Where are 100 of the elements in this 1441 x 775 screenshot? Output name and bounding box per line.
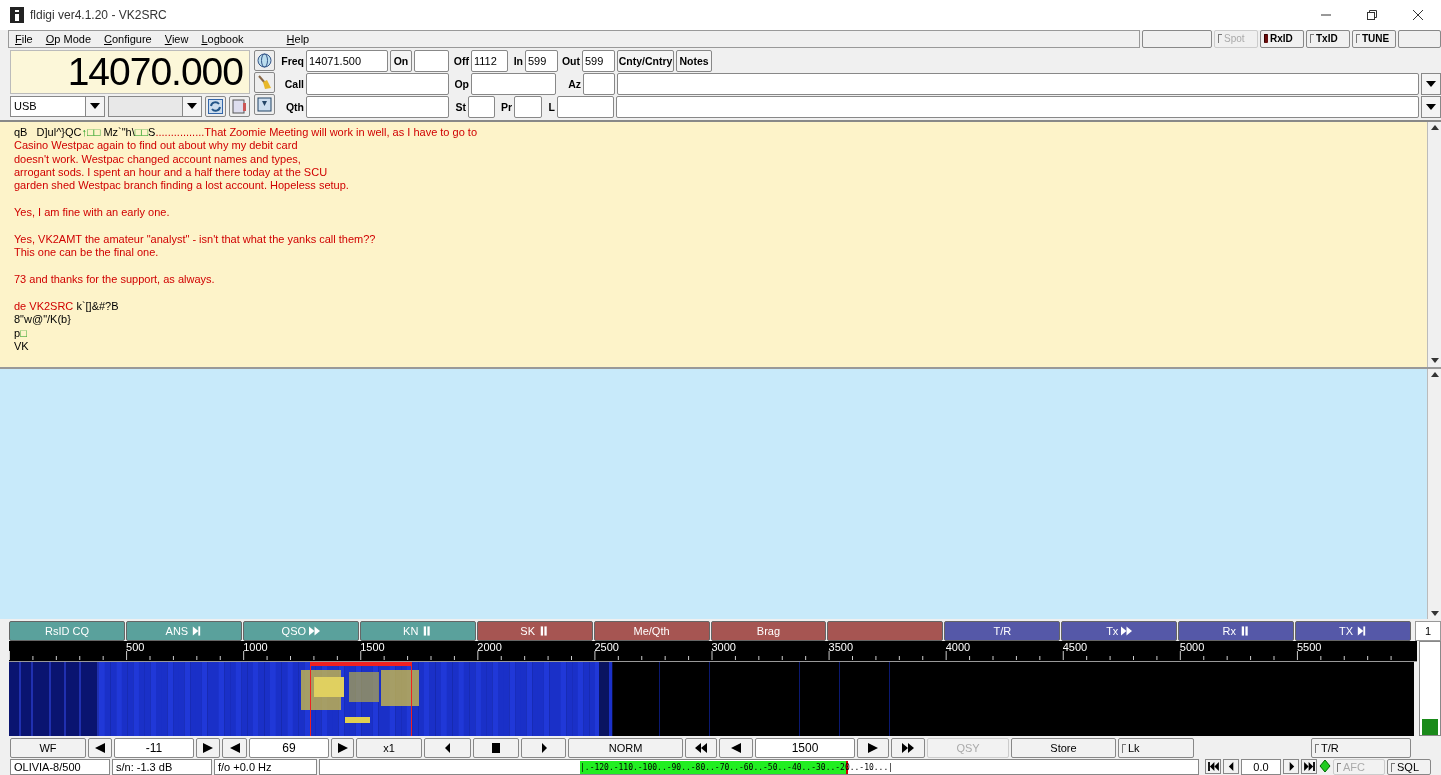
save-button[interactable] <box>254 93 275 115</box>
level-slider[interactable] <box>1419 641 1441 737</box>
scrollbar[interactable] <box>1427 368 1441 620</box>
menu-item[interactable]: File <box>15 32 33 45</box>
refresh-button[interactable] <box>205 95 227 117</box>
scale-label: 2500 <box>594 641 619 654</box>
text-line: de VK2SRC k`[]&#?B <box>14 300 120 314</box>
nav-button[interactable] <box>1301 759 1317 775</box>
input-field[interactable]: 599 <box>525 49 558 72</box>
caret-icon <box>187 103 198 110</box>
input-field[interactable] <box>557 95 614 118</box>
arrow-button[interactable] <box>891 738 925 759</box>
arrow-button[interactable] <box>222 738 247 759</box>
check-button[interactable]: T/R <box>1311 738 1411 759</box>
scale-label: 3500 <box>828 641 854 654</box>
menu-item[interactable]: Help <box>286 32 310 45</box>
control-button[interactable]: Store <box>1011 738 1116 759</box>
arrow-button[interactable] <box>685 738 717 759</box>
input-field[interactable] <box>583 72 615 95</box>
arrow-button[interactable] <box>719 738 753 759</box>
control-button[interactable]: x1 <box>356 738 422 759</box>
check-button[interactable]: SQL <box>1387 759 1431 775</box>
scroll-up-icon[interactable] <box>1430 372 1439 378</box>
input-field[interactable] <box>468 95 495 118</box>
country-button[interactable]: Cnty/Cntry <box>617 49 674 72</box>
left-icon <box>228 743 241 754</box>
scale-label: 4500 <box>1062 641 1088 654</box>
mode-dropdown[interactable]: USB <box>10 95 105 117</box>
menu-item[interactable]: Configure <box>104 32 152 45</box>
control-button[interactable]: WF <box>10 738 86 759</box>
menu-item[interactable]: View <box>164 32 189 45</box>
clear-button[interactable] <box>254 71 275 93</box>
text-line: 8"w@"/K(b} <box>14 313 72 327</box>
dropdown-button[interactable] <box>1421 72 1441 95</box>
control-button[interactable]: NORM <box>568 738 683 759</box>
toggle-button[interactable]: RxID <box>1260 30 1304 48</box>
field-label: Call <box>283 76 304 92</box>
macro-button[interactable]: SK <box>476 621 593 642</box>
nav-button[interactable] <box>1283 759 1299 775</box>
macro-button[interactable]: Rx <box>1178 621 1295 642</box>
input-field[interactable]: 1112 <box>471 49 508 72</box>
input-field[interactable] <box>514 95 542 118</box>
arrow-button[interactable] <box>857 738 889 759</box>
arrow-button[interactable] <box>88 738 112 759</box>
macro-page-number[interactable]: 1 <box>1415 621 1441 642</box>
input-field[interactable]: 14071.500 <box>306 49 388 72</box>
waterfall-drawing[interactable] <box>9 662 1414 737</box>
close-icon[interactable] <box>1413 10 1423 20</box>
menu-item[interactable]: Logbook <box>201 32 244 45</box>
dropdown-button[interactable] <box>1421 95 1441 118</box>
text-line: VK <box>14 340 30 354</box>
arrow-button[interactable] <box>473 738 519 759</box>
on-button[interactable]: On <box>390 49 412 72</box>
macro-button[interactable]: Me/Qth <box>593 621 710 642</box>
nav-button[interactable] <box>1205 759 1221 775</box>
macro-button[interactable] <box>827 621 944 642</box>
value-field[interactable]: 1500 <box>755 738 855 759</box>
input-field[interactable] <box>306 95 449 118</box>
globe-icon <box>257 52 272 68</box>
input-field[interactable]: 599 <box>582 49 615 72</box>
scale-label: 3000 <box>711 641 736 654</box>
scrollbar[interactable] <box>1427 121 1441 367</box>
value-field[interactable]: 69 <box>249 738 329 759</box>
arrow-button[interactable] <box>521 738 566 759</box>
value-field[interactable]: -11 <box>114 738 194 759</box>
scroll-down-icon[interactable] <box>1430 610 1439 616</box>
macro-button[interactable]: Brag <box>710 621 827 642</box>
arrow-button[interactable] <box>196 738 220 759</box>
dropdown[interactable] <box>107 95 203 117</box>
text-line: qB D]ul^}QC↑□□ Mz`"h\□□S................That Zoomie Meeting will work in well, as I have to go to <box>14 125 478 140</box>
diamond-icon <box>1319 759 1331 774</box>
input-field[interactable] <box>616 95 1419 118</box>
check-button[interactable]: Lk <box>1118 738 1194 759</box>
status-field: s/n: -1.3 dB <box>112 759 212 775</box>
list-button[interactable] <box>229 95 250 117</box>
toggle-button[interactable]: TUNE <box>1352 30 1396 48</box>
scroll-up-icon[interactable] <box>1430 125 1439 131</box>
notes-button[interactable]: Notes <box>676 49 712 72</box>
right-icon <box>867 743 879 754</box>
offset-field[interactable]: 0.0 <box>1241 759 1281 775</box>
scroll-down-icon[interactable] <box>1430 358 1439 364</box>
fast-forward-icon <box>902 743 914 754</box>
input-field[interactable] <box>617 72 1419 95</box>
globe-button[interactable] <box>254 49 275 71</box>
field-label: Az <box>567 76 581 92</box>
macro-button[interactable]: TX <box>1295 621 1412 642</box>
macro-button[interactable]: Tx <box>1061 621 1178 642</box>
toggle-button[interactable]: TxID <box>1306 30 1350 48</box>
restore-icon[interactable] <box>1367 10 1377 20</box>
pause-icon <box>421 626 433 637</box>
text-line: This one can be the final one. <box>14 246 160 260</box>
scale-label: 2000 <box>477 641 502 654</box>
macro-button[interactable]: T/R <box>944 621 1061 642</box>
menu-item[interactable]: Op Mode <box>45 32 91 45</box>
arrow-button[interactable] <box>331 738 354 759</box>
nav-button[interactable] <box>1223 759 1239 775</box>
text-line: Casino Westpac again to find out about why my debit card <box>14 139 299 153</box>
input-field[interactable] <box>306 72 449 95</box>
input-field[interactable] <box>471 72 556 95</box>
input-field[interactable] <box>414 49 449 72</box>
